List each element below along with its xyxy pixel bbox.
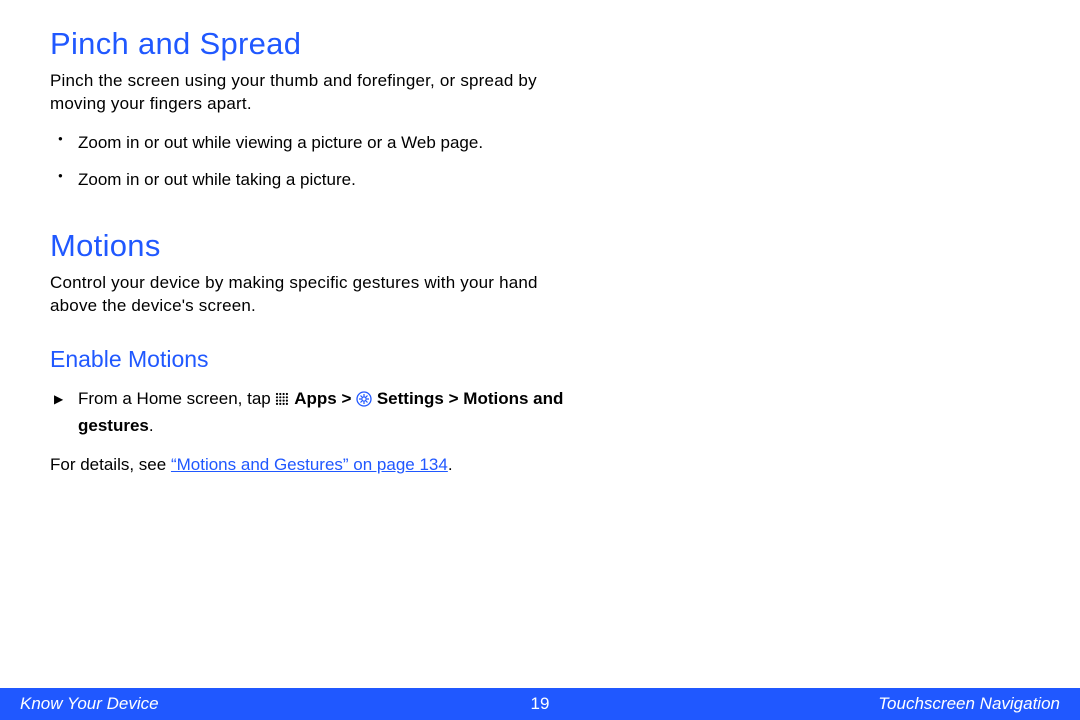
- instruction-step: ▶ From a Home screen, tap Apps > Setting…: [50, 387, 570, 439]
- instr-apps-label: Apps: [294, 389, 337, 408]
- paragraph-pinch-desc: Pinch the screen using your thumb and fo…: [50, 70, 570, 116]
- cross-reference-link[interactable]: “Motions and Gestures” on page 134: [171, 455, 448, 474]
- instr-text-pre: From a Home screen, tap: [78, 389, 275, 408]
- bullet-item: Zoom in or out while taking a picture.: [50, 169, 520, 192]
- footer-chapter-title: Know Your Device: [20, 694, 159, 714]
- page-content: Pinch and Spread Pinch the screen using …: [0, 0, 620, 475]
- footer-page-number: 19: [531, 694, 550, 714]
- manual-page: Pinch and Spread Pinch the screen using …: [0, 0, 1080, 720]
- instr-settings-label: Settings: [377, 389, 444, 408]
- paragraph-motions-desc: Control your device by making specific g…: [50, 272, 570, 318]
- heading-pinch-and-spread: Pinch and Spread: [50, 26, 570, 62]
- instr-period: .: [149, 416, 154, 435]
- cross-reference-line: For details, see “Motions and Gestures” …: [50, 455, 570, 475]
- heading-motions: Motions: [50, 228, 570, 264]
- instr-sep1: >: [341, 389, 356, 408]
- pinch-bullet-list: Zoom in or out while viewing a picture o…: [50, 132, 570, 192]
- triangle-bullet-icon: ▶: [54, 391, 63, 408]
- instr-sep2: >: [449, 389, 464, 408]
- ref-pre: For details, see: [50, 455, 171, 474]
- page-footer: Know Your Device 19 Touchscreen Navigati…: [0, 688, 1080, 720]
- footer-section-title: Touchscreen Navigation: [878, 694, 1060, 714]
- bullet-item: Zoom in or out while viewing a picture o…: [50, 132, 520, 155]
- ref-post: .: [448, 455, 453, 474]
- settings-gear-icon: [356, 390, 372, 415]
- apps-grid-icon: [275, 389, 289, 414]
- subheading-enable-motions: Enable Motions: [50, 346, 570, 373]
